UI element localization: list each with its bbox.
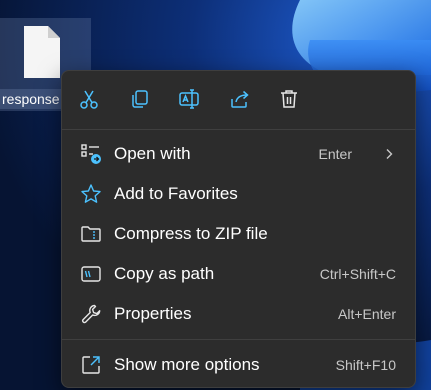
- menu-item-properties[interactable]: Properties Alt+Enter: [66, 295, 411, 333]
- context-menu-toolbar: [62, 71, 417, 129]
- rename-icon: [179, 89, 199, 109]
- open-with-icon: [80, 143, 102, 165]
- cut-icon: [80, 90, 98, 109]
- share-icon: [231, 90, 249, 108]
- menu-divider: [62, 339, 415, 340]
- menu-item-compress-zip[interactable]: Compress to ZIP file: [66, 215, 411, 253]
- chevron-right-icon: [386, 149, 393, 159]
- cut-button[interactable]: [77, 87, 101, 111]
- menu-item-shortcut: Enter: [318, 146, 352, 162]
- menu-item-label: Copy as path: [114, 264, 215, 283]
- menu-item-add-to-favorites[interactable]: Add to Favorites: [66, 175, 411, 213]
- context-menu: Open with Enter Add to Favorites Compres…: [61, 70, 416, 388]
- share-button[interactable]: [228, 87, 252, 111]
- rename-button[interactable]: [177, 87, 201, 111]
- toolbar-divider: [62, 129, 415, 130]
- desktop-file-name[interactable]: response: [0, 89, 62, 109]
- menu-item-label: Properties: [114, 304, 192, 323]
- copy-button[interactable]: [128, 87, 152, 111]
- wrench-icon: [80, 303, 102, 325]
- copy-path-icon: [80, 263, 102, 285]
- delete-icon: [281, 90, 297, 108]
- show-more-icon: [80, 354, 102, 376]
- copy-icon: [132, 90, 148, 108]
- zip-folder-icon: [80, 223, 102, 245]
- menu-item-label: Open with: [114, 144, 191, 163]
- menu-item-label: Compress to ZIP file: [114, 224, 268, 243]
- star-icon: [80, 183, 102, 205]
- menu-item-shortcut: Ctrl+Shift+C: [319, 266, 396, 282]
- menu-item-show-more-options[interactable]: Show more options Shift+F10: [66, 346, 411, 384]
- desktop: response Open with Enter Add to Favorite…: [0, 0, 431, 390]
- file-icon: [24, 26, 60, 78]
- menu-item-shortcut: Alt+Enter: [338, 306, 396, 322]
- delete-button[interactable]: [277, 87, 301, 111]
- menu-item-label: Add to Favorites: [114, 184, 238, 203]
- menu-item-label: Show more options: [114, 355, 260, 374]
- menu-item-copy-as-path[interactable]: Copy as path Ctrl+Shift+C: [66, 255, 411, 293]
- menu-item-open-with[interactable]: Open with Enter: [66, 135, 411, 173]
- menu-item-shortcut: Shift+F10: [335, 357, 396, 373]
